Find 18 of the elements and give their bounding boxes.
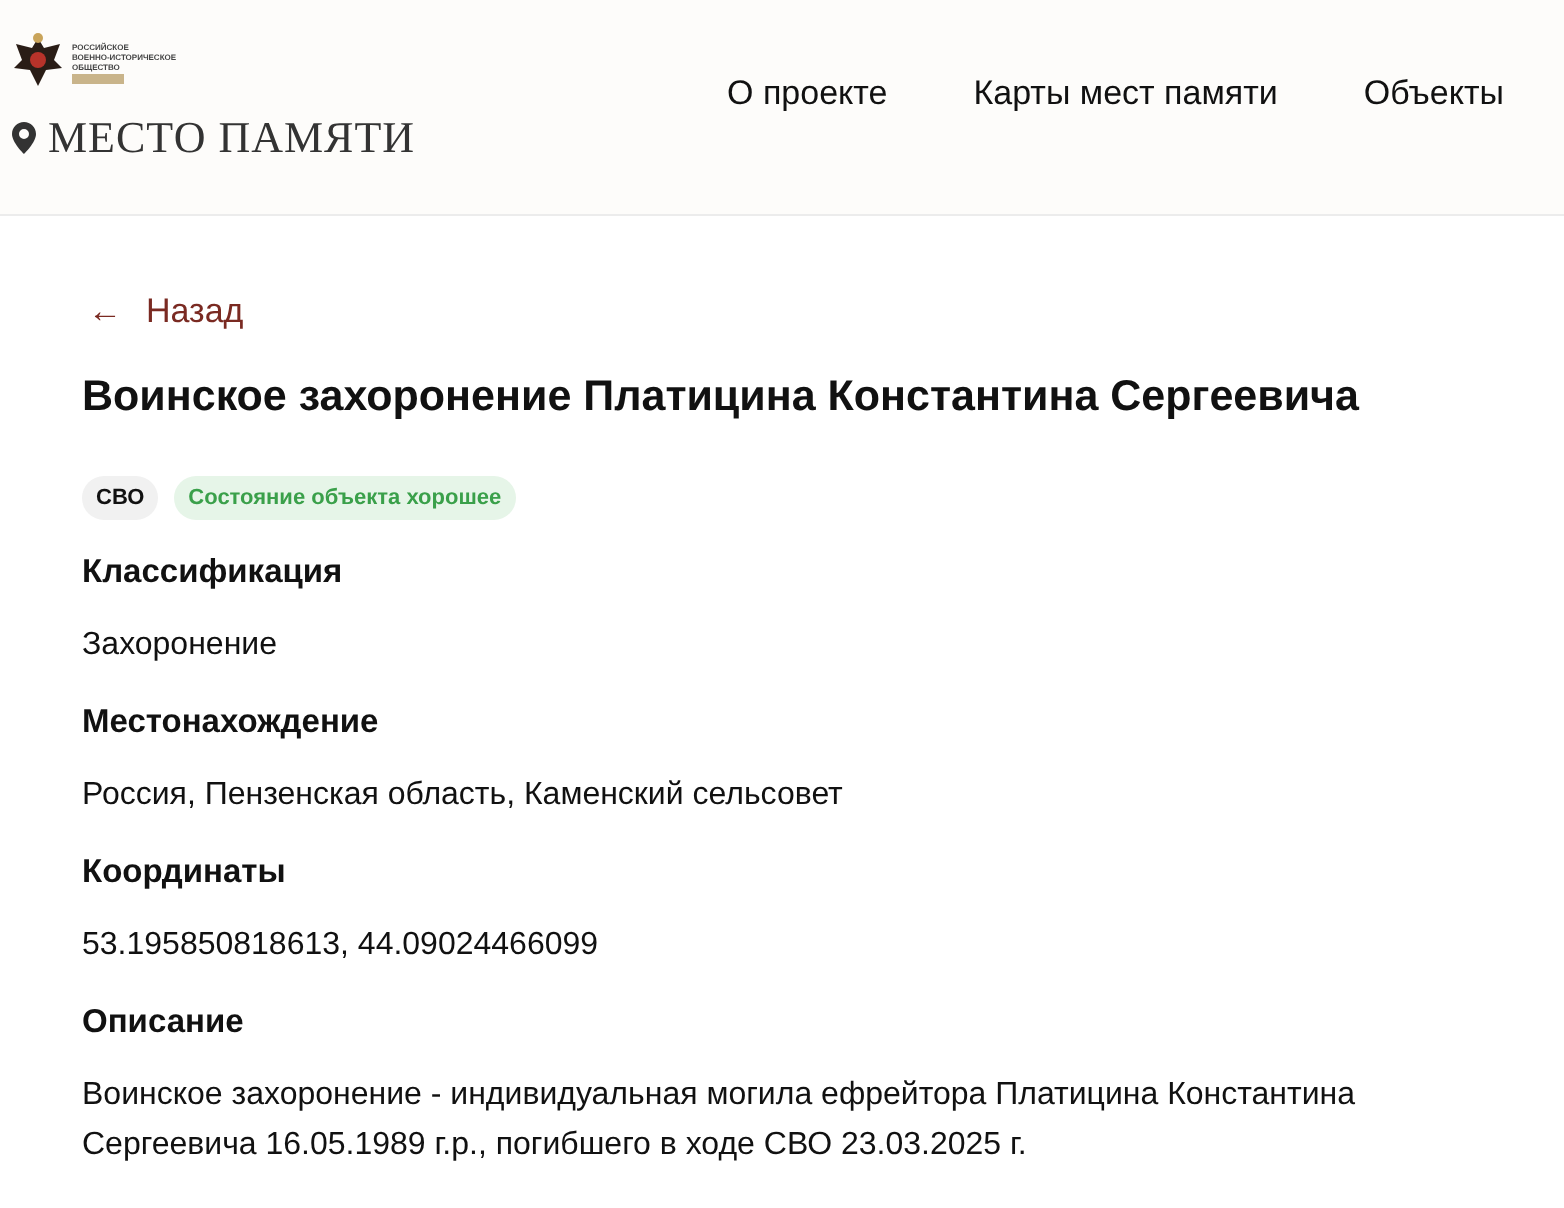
field-label: Описание bbox=[82, 1004, 246, 1042]
field-value: 53.195850818613, 44.09024466099 bbox=[82, 926, 601, 966]
field-value: Захоронение bbox=[82, 626, 279, 666]
field-label: Местонахождение bbox=[82, 704, 381, 742]
nav-link[interactable]: Карты мест памяти bbox=[973, 74, 1278, 114]
field-label: Координаты bbox=[82, 854, 288, 892]
field-value: Россия, Пензенская область, Каменский сельсовет bbox=[82, 776, 845, 816]
page-title: Воинское захоронение Платицина Константина Сергеевича bbox=[82, 372, 1362, 422]
category-tag: СВО bbox=[82, 476, 159, 520]
field-value: Воинское захоронение - индивидуальная могила ефрейтора Платицина Константина Сергеевича 16.05.1989 г.р., погибшего в ходе СВО 23.03.2025 г. bbox=[82, 1076, 1357, 1166]
back-link[interactable]: ← Назад bbox=[88, 292, 244, 332]
field-label: Классификация bbox=[82, 554, 345, 592]
nav-link[interactable]: О проекте bbox=[727, 74, 888, 114]
nav-link[interactable]: Объекты bbox=[1363, 74, 1504, 114]
ribbon-icon bbox=[72, 73, 124, 83]
status-tag: Состояние объекта хорошее bbox=[174, 476, 516, 520]
site-name[interactable]: МЕСТО ПАМЯТИ bbox=[48, 112, 416, 164]
location-pin-icon bbox=[12, 122, 36, 154]
